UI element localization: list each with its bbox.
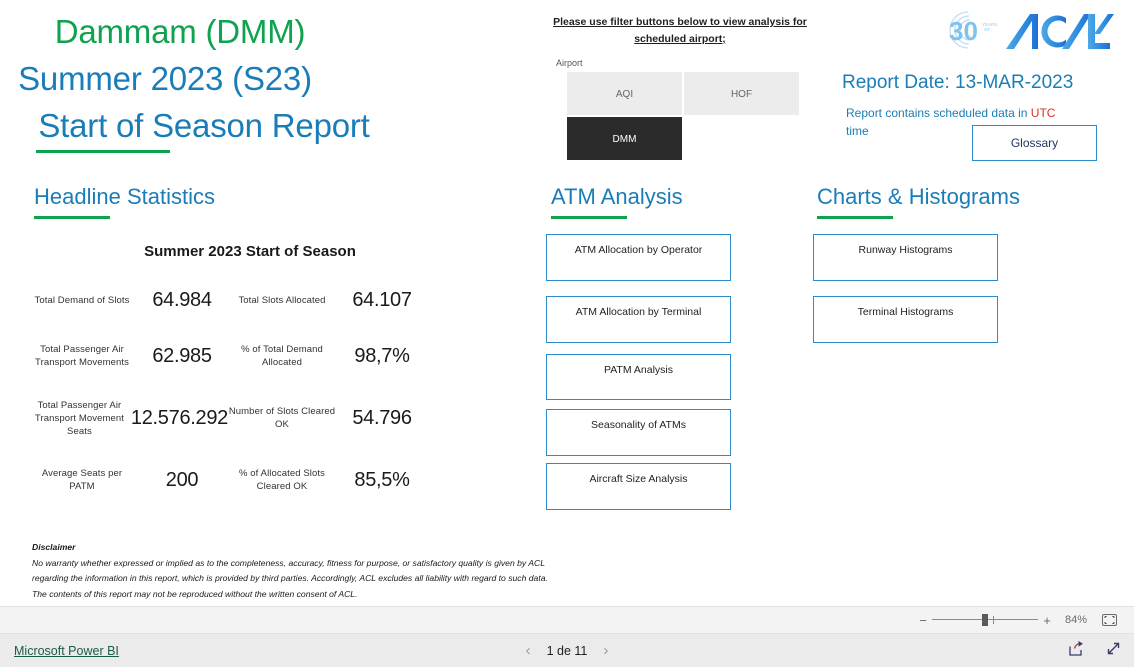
zoom-in-button[interactable]: +: [1040, 613, 1054, 628]
stat-cell: Total Slots Allocated 64.107: [228, 289, 428, 312]
title-report-type: Start of Season Report: [38, 107, 370, 144]
title-underline-rule: [36, 150, 170, 153]
note-prefix: Report contains scheduled data in: [846, 106, 1031, 120]
stat-value: 12.576.292: [130, 406, 228, 429]
slicer-tile-dmm[interactable]: DMM: [566, 116, 683, 161]
footer-actions: [1068, 640, 1122, 662]
atm-analysis-rule: [551, 216, 627, 219]
nav-seasonality-of-atms[interactable]: Seasonality of ATMs: [546, 409, 731, 456]
acl-logo: 30 YEARS OF: [938, 4, 1114, 58]
disclaimer-line-1: No warranty whether expressed or implied…: [32, 557, 545, 568]
note-utc: UTC: [1030, 106, 1056, 120]
note-suffix: time: [846, 124, 869, 138]
disclaimer-line-2: regarding the information in this report…: [32, 573, 548, 583]
headline-statistics-grid: Total Demand of Slots 64.984 Total Slots…: [28, 272, 428, 508]
stat-cell: % of Total Demand Allocated 98,7%: [228, 343, 428, 369]
share-icon[interactable]: [1068, 640, 1085, 662]
nav-atm-allocation-by-operator[interactable]: ATM Allocation by Operator: [546, 234, 731, 281]
stat-row: Average Seats per PATM 200 % of Allocate…: [28, 452, 428, 508]
stat-cell: Total Passenger Air Transport Movements …: [28, 343, 228, 369]
zoom-slider-thumb[interactable]: [982, 614, 988, 626]
stat-cell: Number of Slots Cleared OK 54.796: [228, 405, 428, 431]
stat-label: Total Passenger Air Transport Movements: [35, 344, 129, 368]
page-navigation: ‹ 1 de 11 ›: [0, 642, 1134, 659]
fit-to-page-icon[interactable]: [1098, 614, 1120, 626]
filter-instruction-text: Please use filter buttons below to view …: [553, 16, 807, 45]
nav-terminal-histograms[interactable]: Terminal Histograms: [813, 296, 998, 343]
stat-label: Average Seats per PATM: [41, 468, 123, 492]
stat-value: 98,7%: [354, 344, 410, 367]
stat-value: 85,5%: [354, 468, 410, 491]
zoom-percent-label: 84%: [1064, 614, 1088, 626]
stat-row: Total Demand of Slots 64.984 Total Slots…: [28, 272, 428, 328]
page-indicator: 1 de 11: [546, 643, 588, 658]
glossary-button[interactable]: Glossary: [972, 125, 1097, 161]
title-season: Summer 2023 (S23): [18, 60, 312, 97]
slicer-tile-hof[interactable]: HOF: [683, 71, 800, 116]
zoom-slider-tick: [993, 616, 994, 624]
disclaimer-heading: Disclaimer: [32, 542, 76, 552]
zoom-out-button[interactable]: −: [916, 613, 930, 628]
nav-runway-histograms[interactable]: Runway Histograms: [813, 234, 998, 281]
nav-patm-analysis[interactable]: PATM Analysis: [546, 354, 731, 400]
stat-value: 62.985: [152, 344, 212, 367]
stat-value: 200: [165, 468, 199, 491]
report-canvas: Dammam (DMM) Summer 2023 (S23) Start of …: [0, 0, 1134, 606]
stat-value: 64.107: [352, 288, 412, 311]
stat-label: % of Allocated Slots Cleared OK: [239, 468, 325, 492]
nav-atm-allocation-by-terminal[interactable]: ATM Allocation by Terminal: [546, 296, 731, 343]
previous-page-button[interactable]: ‹: [526, 642, 531, 659]
headline-statistics-rule: [34, 216, 110, 219]
stat-row: Total Passenger Air Transport Movements …: [28, 328, 428, 384]
airport-slicer[interactable]: AQI HOF DMM: [566, 71, 800, 161]
stat-label: Total Demand of Slots: [34, 294, 130, 306]
headline-statistics-subtitle: Summer 2023 Start of Season: [144, 243, 356, 260]
svg-text:30: 30: [949, 16, 978, 46]
svg-text:OF: OF: [984, 27, 991, 32]
stat-value: 54.796: [352, 406, 412, 429]
slicer-tile-aqi[interactable]: AQI: [566, 71, 683, 116]
stat-cell: Total Demand of Slots 64.984: [28, 289, 228, 312]
report-title-block: Dammam (DMM) Summer 2023 (S23) Start of …: [0, 8, 470, 149]
stat-cell: % of Allocated Slots Cleared OK 85,5%: [228, 467, 428, 493]
charts-histograms-rule: [817, 216, 893, 219]
glossary-button-label: Glossary: [1010, 136, 1059, 150]
atm-analysis-heading: ATM Analysis: [551, 184, 683, 209]
stat-label: % of Total Demand Allocated: [241, 344, 323, 368]
report-date: Report Date: 13-MAR-2023: [842, 72, 1074, 93]
zoom-slider[interactable]: [932, 613, 1038, 627]
charts-histograms-heading: Charts & Histograms: [817, 184, 1020, 209]
headline-statistics-heading: Headline Statistics: [34, 184, 215, 209]
stat-value: 64.984: [152, 288, 212, 311]
disclaimer-line-3: The contents of this report may not be r…: [32, 588, 358, 599]
fullscreen-icon[interactable]: [1105, 640, 1122, 662]
footer-bar: Microsoft Power BI ‹ 1 de 11 ›: [0, 634, 1134, 667]
stat-label: Number of Slots Cleared OK: [228, 406, 336, 430]
next-page-button[interactable]: ›: [603, 642, 608, 659]
nav-aircraft-size-analysis[interactable]: Aircraft Size Analysis: [546, 463, 731, 510]
stat-cell: Total Passenger Air Transport Movement S…: [28, 399, 228, 438]
stat-label: Total Passenger Air Transport Movement S…: [34, 399, 124, 437]
stat-label: Total Slots Allocated: [238, 294, 326, 306]
disclaimer: Disclaimer No warranty whether expressed…: [32, 540, 712, 602]
airport-slicer-label: Airport: [556, 58, 583, 68]
stat-row: Total Passenger Air Transport Movement S…: [28, 384, 428, 452]
title-airport: Dammam (DMM): [54, 13, 306, 50]
zoom-toolbar: − + 84%: [0, 606, 1134, 634]
stat-cell: Average Seats per PATM 200: [28, 467, 228, 493]
